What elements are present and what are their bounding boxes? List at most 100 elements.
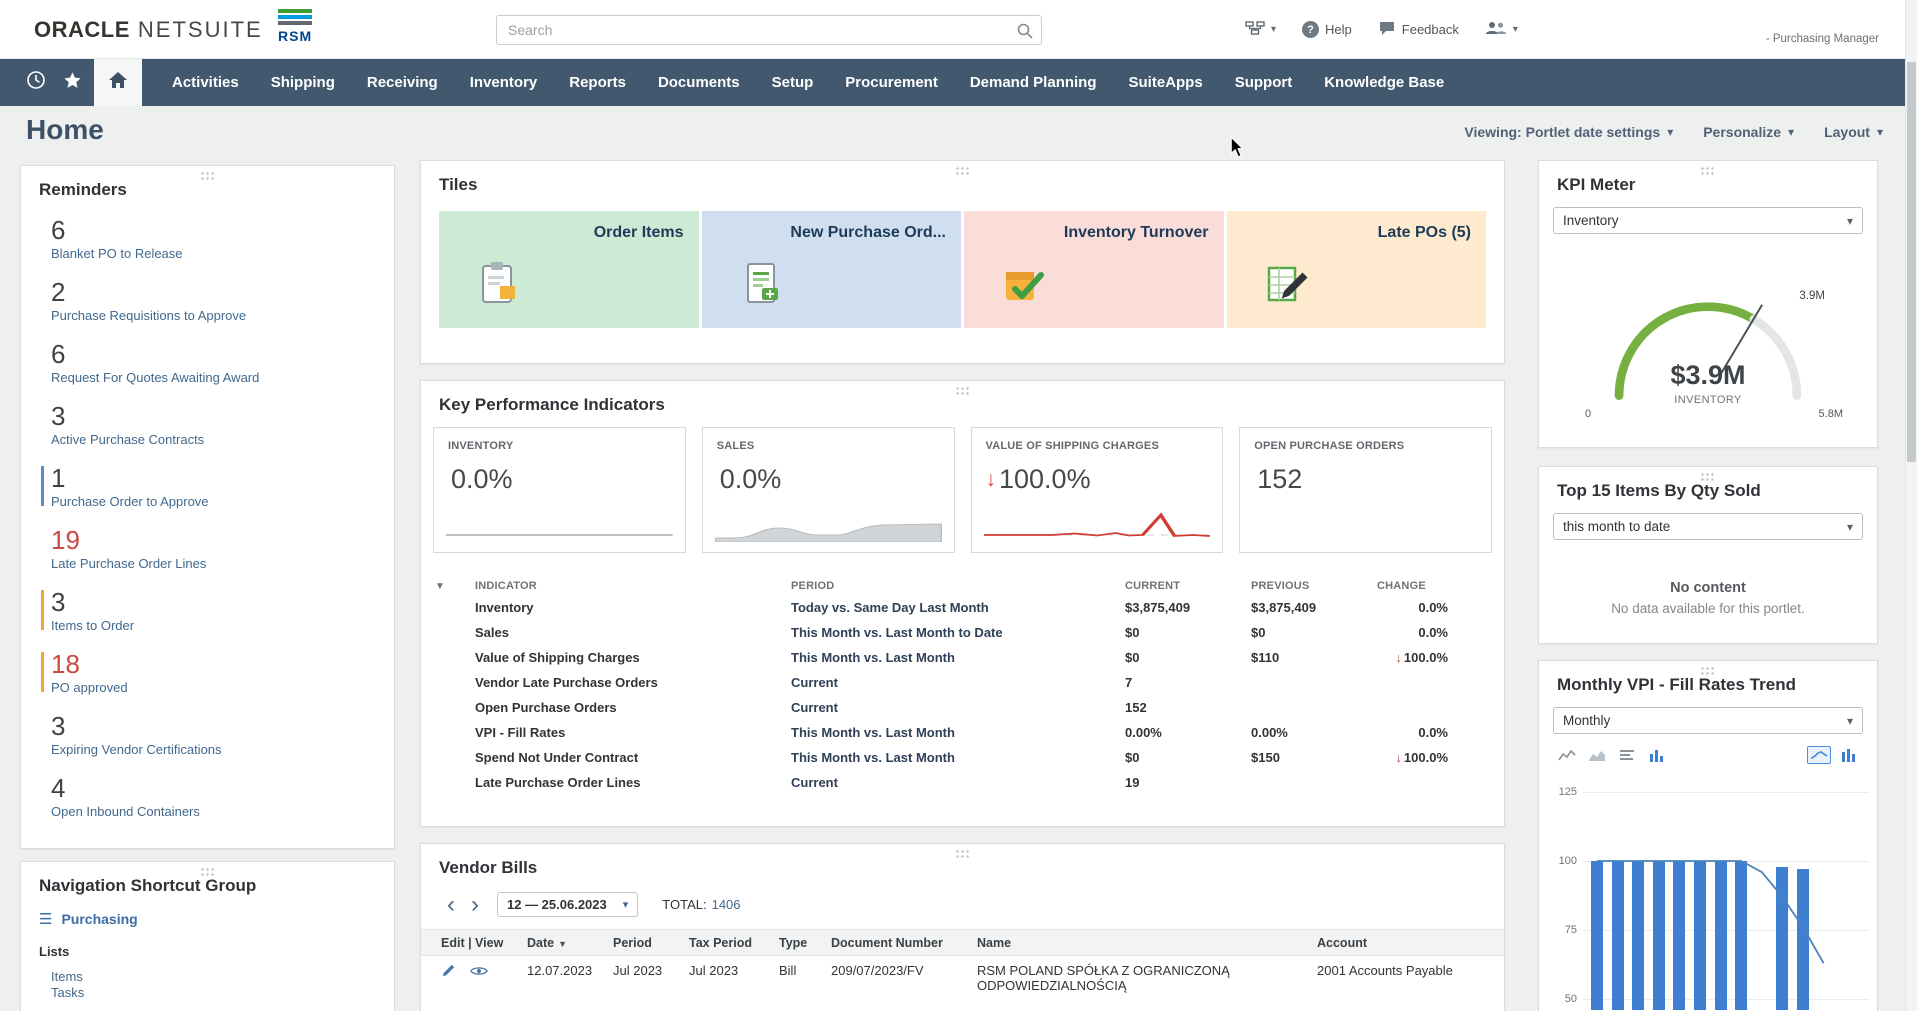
kpi-card-inventory[interactable]: INVENTORY 0.0% (433, 427, 686, 553)
kpi-row-inventory[interactable]: Inventory Today vs. Same Day Last Month … (435, 595, 1490, 620)
nav-item-documents[interactable]: Documents (642, 59, 756, 106)
shortcut-link-items[interactable]: Items (51, 969, 84, 985)
indicator-current[interactable]: $0 (1125, 645, 1251, 670)
help-button[interactable]: ? Help (1302, 21, 1352, 38)
portlet-drag-handle[interactable] (200, 867, 216, 876)
indicator-period[interactable]: Today vs. Same Day Last Month (791, 595, 1125, 620)
create-new-menu[interactable]: ▾ (1245, 21, 1276, 38)
kpi-card-shipping-charges[interactable]: VALUE OF SHIPPING CHARGES ↓ 100.0% (971, 427, 1224, 553)
page-scrollbar[interactable] (1905, 0, 1917, 1011)
reminder-item[interactable]: 1 Purchase Order to Approve (21, 456, 394, 518)
col-header-tax-period[interactable]: Tax Period (681, 930, 771, 956)
nav-item-reports[interactable]: Reports (553, 59, 642, 106)
chart-style-line-toggle[interactable] (1807, 746, 1831, 764)
indicator-period[interactable]: This Month vs. Last Month (791, 720, 1125, 745)
shortcut-link-tasks[interactable]: Tasks (51, 985, 84, 1001)
reminder-item[interactable]: 3 Expiring Vendor Certifications (21, 704, 394, 766)
top-items-range-select[interactable]: this month to date ▾ (1553, 513, 1863, 540)
indicator-period[interactable]: This Month vs. Last Month to Date (791, 620, 1125, 645)
col-header-document-number[interactable]: Document Number (823, 930, 969, 956)
oracle-netsuite-logo[interactable]: ORACLENETSUITE (34, 17, 263, 43)
nav-item-support[interactable]: Support (1219, 59, 1309, 106)
kpi-row-spend-not-under-contract[interactable]: Spend Not Under Contract This Month vs. … (435, 745, 1490, 770)
col-header-type[interactable]: Type (771, 930, 823, 956)
indicator-period[interactable]: This Month vs. Last Month (791, 745, 1125, 770)
home-tab[interactable] (94, 59, 142, 106)
viewing-menu[interactable]: Viewing: Portlet date settings ▾ (1464, 124, 1673, 140)
view-eye-icon[interactable] (470, 965, 488, 977)
reminder-item[interactable]: 18 PO approved (21, 642, 394, 704)
reminder-label[interactable]: Expiring Vendor Certifications (51, 742, 378, 757)
prev-range-button[interactable]: ‹ (439, 894, 463, 916)
kpi-row-late-po-lines[interactable]: Late Purchase Order Lines Current 19 (435, 770, 1490, 795)
reminder-label[interactable]: Blanket PO to Release (51, 246, 378, 261)
reminder-item[interactable]: 4 Open Inbound Containers (21, 766, 394, 828)
indicator-period[interactable]: This Month vs. Last Month (791, 645, 1125, 670)
portlet-drag-handle[interactable] (955, 386, 971, 395)
col-header-account[interactable]: Account (1309, 930, 1504, 956)
nav-item-shipping[interactable]: Shipping (255, 59, 351, 106)
feedback-button[interactable]: Feedback (1378, 20, 1459, 39)
reminder-label[interactable]: Open Inbound Containers (51, 804, 378, 819)
date-range-select[interactable]: 12 — 25.06.2023 ▾ (497, 892, 638, 917)
tile-late-pos[interactable]: Late POs (5) (1227, 211, 1487, 328)
nav-item-setup[interactable]: Setup (756, 59, 830, 106)
kpi-row-shipping-charges[interactable]: Value of Shipping Charges This Month vs.… (435, 645, 1490, 670)
fill-rates-period-select[interactable]: Monthly ▾ (1553, 707, 1863, 734)
recent-records-button[interactable] (18, 59, 54, 106)
col-header-date[interactable]: Date▼ (519, 930, 605, 956)
reminder-item[interactable]: 3 Active Purchase Contracts (21, 394, 394, 456)
shortcut-group-purchasing[interactable]: ☰ Purchasing (21, 906, 394, 932)
next-range-button[interactable]: › (463, 894, 487, 916)
roles-menu[interactable]: ▾ (1485, 21, 1518, 38)
kpi-card-open-purchase-orders[interactable]: OPEN PURCHASE ORDERS 152 (1239, 427, 1492, 553)
chart-type-area-icon[interactable] (1585, 746, 1609, 764)
reminder-label[interactable]: Late Purchase Order Lines (51, 556, 378, 571)
col-header-name[interactable]: Name (969, 930, 1309, 956)
reminder-label[interactable]: PO approved (51, 680, 378, 695)
chart-style-bar-toggle[interactable] (1837, 746, 1861, 764)
reminder-item[interactable]: 2 Purchase Requisitions to Approve (21, 270, 394, 332)
reminder-label[interactable]: Request For Quotes Awaiting Award (51, 370, 378, 385)
chart-type-bar-icon[interactable] (1645, 746, 1669, 764)
shortcuts-button[interactable] (54, 59, 90, 106)
kpi-row-vendor-late-pos[interactable]: Vendor Late Purchase Orders Current 7 (435, 670, 1490, 695)
indicator-current[interactable]: 152 (1125, 695, 1251, 720)
indicator-current[interactable]: 0.00% (1125, 720, 1251, 745)
nav-item-knowledge-base[interactable]: Knowledge Base (1308, 59, 1460, 106)
reminder-item[interactable]: 6 Blanket PO to Release (21, 208, 394, 270)
portlet-drag-handle[interactable] (1700, 666, 1716, 675)
reminder-item[interactable]: 3 Items to Order (21, 580, 394, 642)
indicator-current[interactable]: $0 (1125, 745, 1251, 770)
reminder-item[interactable]: 6 Request For Quotes Awaiting Award (21, 332, 394, 394)
portlet-drag-handle[interactable] (1700, 472, 1716, 481)
chart-type-list-icon[interactable] (1615, 746, 1639, 764)
nav-item-procurement[interactable]: Procurement (829, 59, 954, 106)
indicator-current[interactable]: 7 (1125, 670, 1251, 695)
indicator-current[interactable]: $0 (1125, 620, 1251, 645)
reminder-label[interactable]: Items to Order (51, 618, 378, 633)
portlet-drag-handle[interactable] (955, 166, 971, 175)
bill-account-link[interactable]: 2001 Accounts Payable (1309, 956, 1504, 1001)
personalize-menu[interactable]: Personalize ▾ (1703, 124, 1794, 140)
edit-pencil-icon[interactable] (441, 963, 456, 978)
kpi-meter-select[interactable]: Inventory ▾ (1553, 207, 1863, 234)
indicator-current[interactable]: $3,875,409 (1125, 595, 1251, 620)
reminder-label[interactable]: Active Purchase Contracts (51, 432, 378, 447)
kpi-card-sales[interactable]: SALES 0.0% (702, 427, 955, 553)
nav-item-activities[interactable]: Activities (156, 59, 255, 106)
kpi-row-sales[interactable]: Sales This Month vs. Last Month to Date … (435, 620, 1490, 645)
kpi-row-open-pos[interactable]: Open Purchase Orders Current 152 (435, 695, 1490, 720)
portlet-drag-handle[interactable] (1700, 166, 1716, 175)
tile-order-items[interactable]: Order Items (439, 211, 699, 328)
nav-item-inventory[interactable]: Inventory (454, 59, 554, 106)
portlet-drag-handle[interactable] (200, 171, 216, 180)
indicator-period[interactable]: Current (791, 695, 1125, 720)
scrollbar-thumb[interactable] (1907, 62, 1916, 462)
kpi-row-vpi-fill-rates[interactable]: VPI - Fill Rates This Month vs. Last Mon… (435, 720, 1490, 745)
collapse-caret-icon[interactable]: ▼ (435, 581, 445, 592)
nav-item-receiving[interactable]: Receiving (351, 59, 454, 106)
nav-item-demand-planning[interactable]: Demand Planning (954, 59, 1113, 106)
indicator-period[interactable]: Current (791, 670, 1125, 695)
total-value-link[interactable]: 1406 (712, 897, 741, 912)
